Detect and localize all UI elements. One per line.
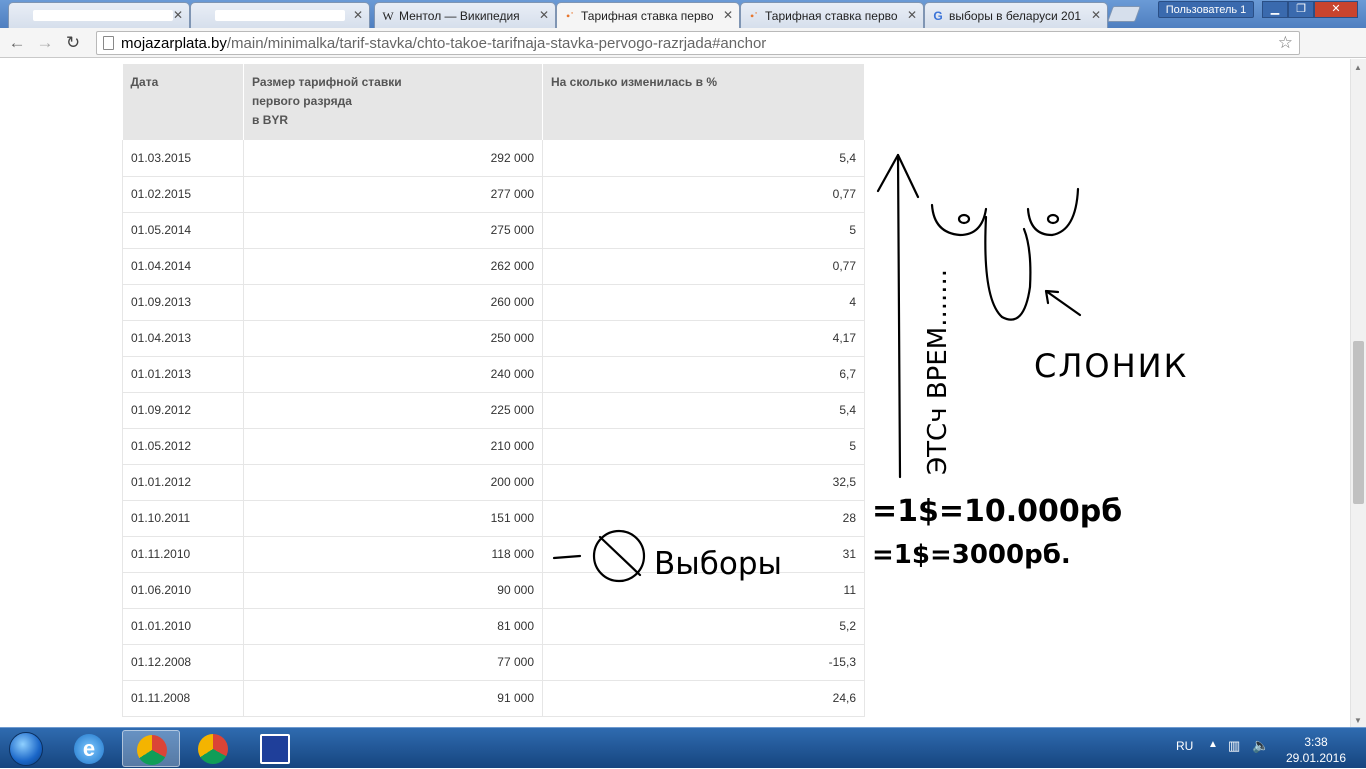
- crossed-circle-slash: [598, 535, 642, 577]
- page-icon: [103, 36, 114, 50]
- scroll-down-icon[interactable]: ▼: [1354, 716, 1362, 725]
- profile-button[interactable]: Пользователь 1: [1158, 1, 1254, 18]
- page-content: Дата Размер тарифной ставки первого разря…: [0, 59, 1350, 727]
- start-button[interactable]: [2, 730, 50, 767]
- taskbar-chrome-active[interactable]: [122, 730, 180, 767]
- elections-dash: [552, 554, 582, 560]
- tab-wikipedia[interactable]: W Ментол — Википедия ✕: [374, 2, 556, 28]
- tab-2-label: [215, 10, 345, 21]
- close-icon[interactable]: ✕: [539, 8, 549, 22]
- site-dots-icon: •ॱ: [565, 9, 574, 23]
- reload-icon[interactable]: ↻: [62, 33, 84, 53]
- volume-icon[interactable]: 🔈: [1252, 737, 1269, 754]
- tab-2-close-icon[interactable]: ✕: [353, 8, 363, 22]
- restore-icon[interactable]: ❐: [1288, 1, 1314, 18]
- new-tab-button[interactable]: [1107, 6, 1141, 22]
- taskbar-chrome[interactable]: [184, 730, 242, 767]
- close-icon[interactable]: ✕: [907, 8, 917, 22]
- blank-page-icon: [15, 9, 29, 23]
- scrollbar-thumb[interactable]: [1353, 341, 1364, 504]
- site-dots-icon: •ॱ: [749, 9, 758, 23]
- elephant-eye-left: [957, 213, 971, 225]
- bookmark-star-icon[interactable]: ☆: [1278, 33, 1293, 53]
- windows-logo-icon: [9, 732, 43, 766]
- annotation-rate-2: =1$=3000рб.: [872, 540, 1071, 570]
- elephant-eye-right: [1046, 213, 1060, 225]
- tab-1-label: [33, 10, 173, 21]
- time-axis-arrow-line: [896, 153, 902, 479]
- language-indicator[interactable]: RU: [1176, 739, 1193, 753]
- floppy-disk-icon: [260, 734, 290, 764]
- window-close-icon[interactable]: ✕: [1314, 1, 1358, 18]
- address-bar[interactable]: mojazarplata.by/main/minimalka/tarif-sta…: [96, 31, 1300, 55]
- scroll-up-icon[interactable]: ▲: [1354, 63, 1362, 72]
- network-icon[interactable]: ▥: [1228, 738, 1240, 754]
- taskbar-save-app[interactable]: [246, 730, 304, 767]
- tab-tarif-active[interactable]: •ॱ Тарифная ставка перво ✕: [556, 2, 740, 28]
- vertical-scrollbar[interactable]: ▲ ▼: [1350, 59, 1366, 727]
- minimize-icon[interactable]: ▁: [1262, 1, 1288, 18]
- url-path: /main/minimalka/tarif-stavka/chto-takoe-…: [226, 35, 767, 52]
- tab-1[interactable]: ✕: [8, 2, 190, 28]
- clock-time: 3:38: [1304, 735, 1328, 749]
- hand-drawn-annotations: ЭТСч ВРЕМ....... СЛОНИК Выборы =1$=10.00…: [552, 153, 1188, 583]
- clock[interactable]: 3:38 29.01.2016: [1280, 734, 1352, 766]
- chrome-icon: [137, 735, 167, 765]
- close-icon[interactable]: ✕: [1091, 8, 1101, 22]
- blank-page-icon: [197, 9, 211, 23]
- tab-label: Тарифная ставка перво: [581, 9, 714, 23]
- annotation-vertical-text: ЭТСч ВРЕМ.......: [923, 269, 953, 475]
- tab-label: Ментол — Википедия: [399, 9, 520, 23]
- back-icon[interactable]: ←: [6, 33, 28, 53]
- tab-label: Тарифная ставка перво: [765, 9, 898, 23]
- annotation-rate-1: =1$=10.000рб: [872, 494, 1122, 529]
- tab-label: выборы в беларуси 201: [949, 9, 1082, 23]
- tab-tarif[interactable]: •ॱ Тарифная ставка перво ✕: [740, 2, 924, 28]
- taskbar: e RU ▲ ▥ 🔈 3:38 29.01.2016: [0, 727, 1366, 768]
- elephant-head-2: [1026, 187, 1080, 237]
- taskbar-ie[interactable]: e: [60, 730, 118, 767]
- google-icon: G: [933, 9, 943, 23]
- tab-google[interactable]: G выборы в беларуси 201 ✕: [924, 2, 1108, 28]
- clock-date: 29.01.2016: [1285, 751, 1347, 765]
- internet-explorer-icon: e: [74, 734, 104, 764]
- annotation-elections-label: Выборы: [654, 546, 782, 582]
- annotation-elephant-label: СЛОНИК: [1034, 347, 1188, 385]
- url-host: mojazarplata.by: [121, 35, 227, 52]
- close-icon[interactable]: ✕: [723, 8, 733, 22]
- tray-expand-icon[interactable]: ▲: [1208, 739, 1218, 750]
- forward-icon[interactable]: →: [34, 33, 56, 53]
- url-text[interactable]: mojazarplata.by/main/minimalka/tarif-sta…: [121, 35, 766, 52]
- elephant-pointer-arrow: [1044, 289, 1082, 317]
- wikipedia-icon: W: [382, 9, 394, 23]
- toolbar: ← → ↻ mojazarplata.by/main/minimalka/tar…: [0, 28, 1366, 81]
- tab-strip: ✕ ✕ W Ментол — Википедия ✕ •ॱ Тарифная с…: [0, 0, 1366, 28]
- tab-1-close-icon[interactable]: ✕: [173, 8, 183, 22]
- chrome-icon: [198, 734, 228, 764]
- elephant-trunk: [984, 215, 1032, 321]
- tab-2[interactable]: ✕: [190, 2, 370, 28]
- system-tray: RU ▲ ▥ 🔈 3:38 29.01.2016: [1170, 728, 1366, 769]
